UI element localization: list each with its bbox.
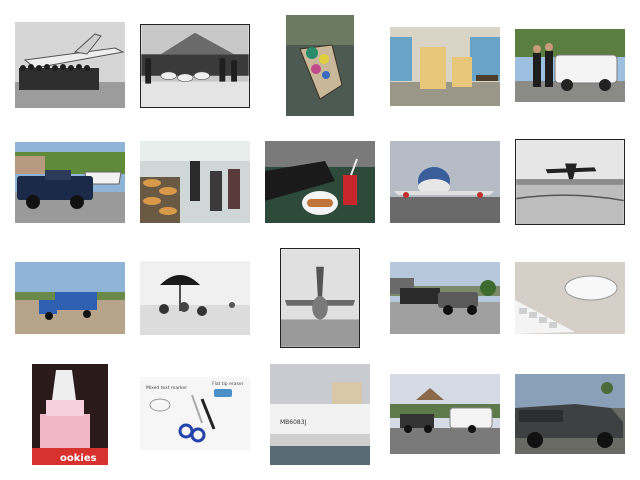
thumbnail-jumbo-jet[interactable] [390, 141, 500, 223]
note-left-text: Mixed text marker [146, 385, 187, 391]
image-grid: ookies Mixed text marker Flat tip eraser… [0, 0, 640, 480]
thumbnail-mouse-keyboard[interactable] [515, 262, 625, 334]
pontoon-boat-image: MB6083J [270, 364, 370, 465]
thumbnail-pontoon-boat[interactable]: MB6083J [270, 364, 370, 465]
thumbnail-cookie-shop[interactable]: ookies [32, 364, 108, 465]
thumbnail-plane-beach[interactable] [515, 139, 625, 225]
limousine-image [515, 29, 625, 102]
blue-truck-image [15, 262, 125, 334]
thumbnail-airplane-crowd[interactable] [15, 22, 125, 108]
thumbnail-parked-airplane[interactable] [280, 248, 360, 348]
thumbnail-hotdog[interactable] [265, 141, 375, 223]
boat-image [286, 15, 354, 116]
thumbnail-pickup-boat[interactable] [15, 142, 125, 223]
thumbnail-buffet[interactable] [140, 141, 250, 223]
scissors-markers-image: Mixed text marker Flat tip eraser [140, 377, 250, 450]
thumbnail-camper-tow[interactable] [390, 374, 500, 454]
thumbnail-library-lounge[interactable] [390, 27, 500, 106]
note-right-text: Flat tip eraser [212, 381, 244, 387]
jumbo-jet-image [390, 141, 500, 223]
hotdog-image [265, 141, 375, 223]
shop-sign-text: ookies [60, 453, 97, 464]
gray-pickup-image [515, 374, 625, 454]
thumbnail-sheep-crowd[interactable] [140, 24, 250, 108]
boat-name-text: MB6083J [280, 419, 307, 426]
thumbnail-blue-truck[interactable] [15, 262, 125, 334]
library-lounge-image [390, 27, 500, 106]
truck-trailer-image [390, 262, 500, 334]
beach-umbrella-image [140, 261, 250, 335]
pickup-boat-image [15, 142, 125, 223]
camper-tow-image [390, 374, 500, 454]
thumbnail-beach-umbrella[interactable] [140, 261, 250, 335]
thumbnail-scissors-markers[interactable]: Mixed text marker Flat tip eraser [140, 377, 250, 450]
airplane-crowd-image [15, 22, 125, 108]
plane-beach-image [516, 140, 624, 224]
thumbnail-gray-pickup[interactable] [515, 374, 625, 454]
buffet-image [140, 141, 250, 223]
parked-airplane-image [281, 249, 359, 347]
sheep-crowd-image [141, 25, 249, 107]
cookie-shop-image: ookies [32, 364, 108, 465]
mouse-keyboard-image [515, 262, 625, 334]
thumbnail-boat[interactable] [286, 15, 354, 116]
thumbnail-truck-trailer[interactable] [390, 262, 500, 334]
thumbnail-limousine[interactable] [515, 29, 625, 102]
